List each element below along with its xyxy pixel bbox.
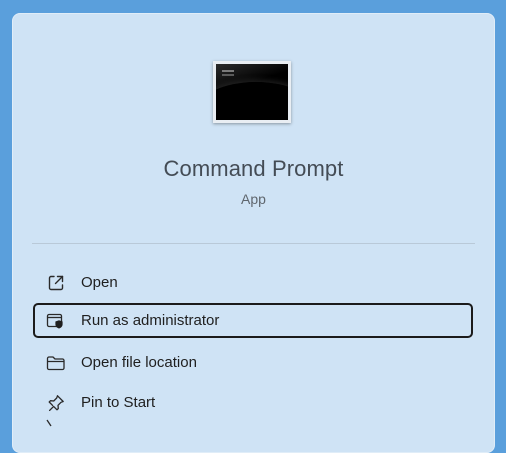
folder-icon bbox=[45, 352, 67, 374]
app-type-label: App bbox=[241, 191, 266, 207]
command-prompt-icon-screen bbox=[216, 64, 288, 120]
menu-item-label: Open file location bbox=[81, 354, 197, 371]
search-result-details-panel: Command Prompt App Open Run as administr… bbox=[12, 13, 495, 453]
menu-item-label: Open bbox=[81, 274, 118, 291]
menu-item-label: Pin to Start bbox=[81, 394, 156, 411]
menu-item-run-as-administrator[interactable]: Run as administrator bbox=[33, 303, 473, 338]
command-prompt-icon[interactable] bbox=[213, 61, 291, 123]
menu-item-pin-to-start[interactable]: Pin to Start bbox=[33, 385, 473, 420]
app-title: Command Prompt bbox=[163, 156, 344, 181]
menu-item-label: Run as administrator bbox=[81, 312, 220, 329]
open-external-icon bbox=[45, 272, 67, 294]
menu-item-open[interactable]: Open bbox=[33, 265, 473, 300]
menu-item-open-file-location[interactable]: Open file location bbox=[33, 345, 473, 380]
more-options-icon bbox=[36, 418, 58, 440]
shield-admin-icon bbox=[45, 310, 67, 332]
divider bbox=[32, 243, 475, 244]
pin-icon bbox=[45, 392, 67, 414]
